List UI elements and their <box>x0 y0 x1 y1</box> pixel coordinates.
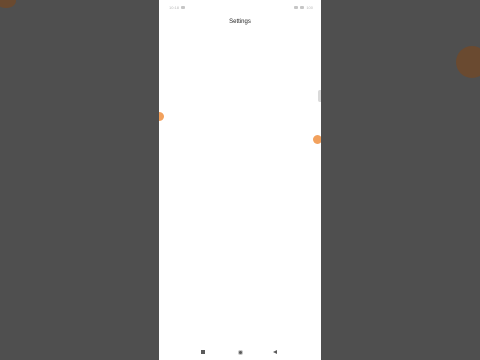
square-icon <box>201 350 205 354</box>
navigation-bar <box>159 344 321 360</box>
battery-level: 100 <box>306 5 313 10</box>
status-time: 10:18 <box>169 5 180 10</box>
home-button[interactable] <box>237 349 243 355</box>
circle-icon <box>237 349 243 355</box>
triangle-back-icon <box>273 350 277 354</box>
wifi-icon <box>300 6 305 9</box>
edge-panel-handle[interactable] <box>318 90 321 102</box>
recent-apps-button[interactable] <box>200 349 206 355</box>
status-right: 100 <box>294 5 313 10</box>
backdrop-blob <box>456 46 480 78</box>
backdrop-blob <box>0 0 16 8</box>
back-button[interactable] <box>273 349 279 355</box>
touch-indicator <box>159 112 164 121</box>
phone-screen: 10:18 100 Settings <box>159 0 321 360</box>
status-bar: 10:18 100 <box>159 0 321 14</box>
status-left: 10:18 <box>169 5 186 10</box>
signal-icon <box>294 6 299 9</box>
touch-indicator <box>313 135 321 144</box>
page-title: Settings <box>229 19 251 25</box>
notification-icon <box>181 6 186 9</box>
